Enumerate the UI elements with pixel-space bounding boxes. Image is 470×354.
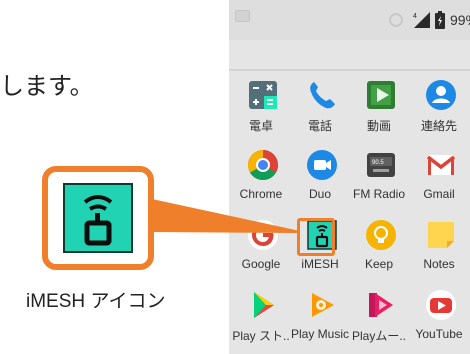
video-play-icon xyxy=(367,81,395,109)
app-phone[interactable]: 電話 xyxy=(290,79,350,139)
app-label: Play スト.. xyxy=(232,329,290,343)
app-label: Gmail xyxy=(423,187,455,201)
play-store-icon xyxy=(254,292,274,318)
app-label: FM Radio xyxy=(352,187,405,201)
phone-icon xyxy=(310,82,335,109)
imesh-highlight-ring xyxy=(297,218,335,256)
notes-icon xyxy=(428,222,454,248)
play-movies-icon xyxy=(369,293,393,317)
imesh-icon xyxy=(63,183,133,253)
app-label: Playムー.. xyxy=(351,329,406,343)
app-play-store[interactable]: Play スト.. xyxy=(231,289,291,349)
app-label: YouTube xyxy=(415,327,463,341)
gmail-icon xyxy=(426,155,456,175)
app-play-music[interactable]: Play Music xyxy=(290,289,350,349)
divider xyxy=(229,69,470,71)
callout-caption: iMESH アイコン xyxy=(26,291,166,312)
app-youtube[interactable]: YouTube xyxy=(409,289,469,349)
signal-icon: 4 xyxy=(413,12,430,28)
battery-icon xyxy=(435,11,445,29)
keep-icon xyxy=(366,220,396,250)
app-label: Chrome xyxy=(239,187,283,201)
app-label: 連絡先 xyxy=(420,119,457,133)
svg-text:90.5: 90.5 xyxy=(372,160,384,166)
battery-percent: 99% xyxy=(450,12,470,28)
app-calculator[interactable]: 電卓 xyxy=(231,79,291,139)
contacts-icon xyxy=(426,80,456,110)
app-keep[interactable]: Keep xyxy=(349,219,409,279)
do-not-disturb-icon xyxy=(389,13,403,27)
fm-radio-icon: 90.5 xyxy=(367,153,395,177)
app-duo[interactable]: Duo xyxy=(290,149,350,209)
app-contacts[interactable]: 連絡先 xyxy=(409,79,469,139)
app-gmail[interactable]: Gmail xyxy=(409,149,469,209)
svg-text:4: 4 xyxy=(413,13,417,20)
app-notes[interactable]: Notes xyxy=(409,219,469,279)
chrome-icon xyxy=(247,150,279,181)
app-label: Duo xyxy=(308,187,331,201)
app-label: 動画 xyxy=(366,119,391,133)
app-label: Notes xyxy=(423,257,455,271)
app-label: Google xyxy=(241,257,281,271)
app-play-movies[interactable]: Playムー.. xyxy=(349,289,409,349)
app-label: 電卓 xyxy=(248,119,273,133)
app-label: Play Music xyxy=(290,327,349,341)
app-video[interactable]: 動画 xyxy=(349,79,409,139)
calculator-icon xyxy=(249,81,277,109)
status-bar: 4 99% xyxy=(229,0,470,40)
app-chrome[interactable]: Chrome xyxy=(231,149,291,209)
app-google[interactable]: Google xyxy=(231,219,291,279)
youtube-icon xyxy=(426,290,456,320)
app-label: iMESH xyxy=(301,257,339,271)
play-music-icon xyxy=(312,293,334,317)
app-label: 電話 xyxy=(307,119,332,133)
callout-box xyxy=(42,166,154,270)
google-icon xyxy=(248,220,278,250)
app-label: Keep xyxy=(364,257,394,271)
duo-icon xyxy=(307,150,337,180)
app-fm-radio[interactable]: 90.5 FM Radio xyxy=(349,149,409,209)
